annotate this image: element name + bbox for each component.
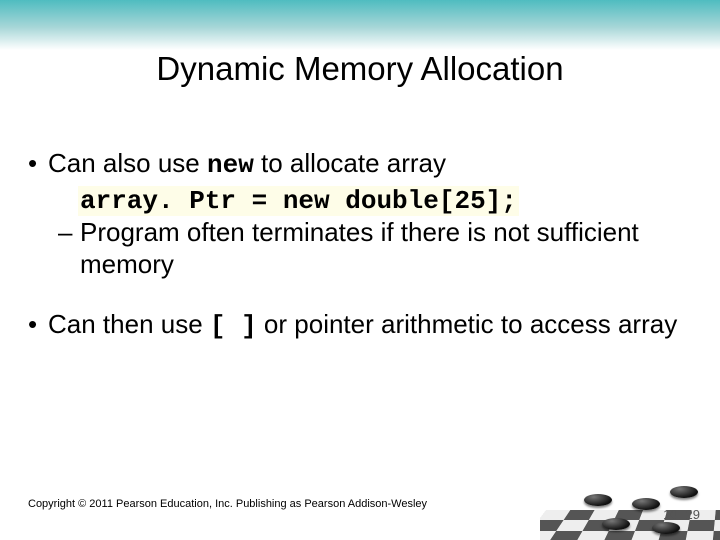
checker-piece-icon	[602, 518, 630, 530]
checker-piece-icon	[632, 498, 660, 510]
code-inline: [ ]	[210, 311, 257, 341]
sub-bullet-marker: –	[58, 217, 80, 280]
bullet-marker: •	[28, 148, 48, 182]
bullet-item: • Can then use [ ] or pointer arithmetic…	[28, 309, 688, 343]
checker-piece-icon	[652, 522, 680, 534]
code-line: array. Ptr = new double[25];	[78, 186, 688, 218]
header-gradient	[0, 0, 720, 50]
code-inline: new	[207, 150, 254, 180]
bullet-text: Can also use new to allocate array	[48, 148, 446, 182]
text-run: Can then use	[48, 309, 210, 339]
slide-body: • Can also use new to allocate array arr…	[28, 148, 688, 347]
sub-bullet-item: – Program often terminates if there is n…	[58, 217, 688, 280]
slide-title: Dynamic Memory Allocation	[0, 50, 720, 88]
checker-piece-icon	[670, 486, 698, 498]
copyright-text: Copyright © 2011 Pearson Education, Inc.…	[28, 498, 427, 510]
bullet-marker: •	[28, 309, 48, 343]
text-run: or pointer arithmetic to access array	[257, 309, 678, 339]
bullet-item: • Can also use new to allocate array	[28, 148, 688, 182]
decorative-checkerboard	[540, 470, 720, 540]
text-run: to allocate array	[254, 148, 446, 178]
checker-piece-icon	[584, 494, 612, 506]
code-text: array. Ptr = new double[25];	[78, 186, 519, 216]
text-run: Can also use	[48, 148, 207, 178]
bullet-text: Can then use [ ] or pointer arithmetic t…	[48, 309, 677, 343]
page-number: 10 -29	[663, 507, 700, 522]
sub-bullet-text: Program often terminates if there is not…	[80, 217, 688, 280]
slide: Dynamic Memory Allocation • Can also use…	[0, 0, 720, 540]
